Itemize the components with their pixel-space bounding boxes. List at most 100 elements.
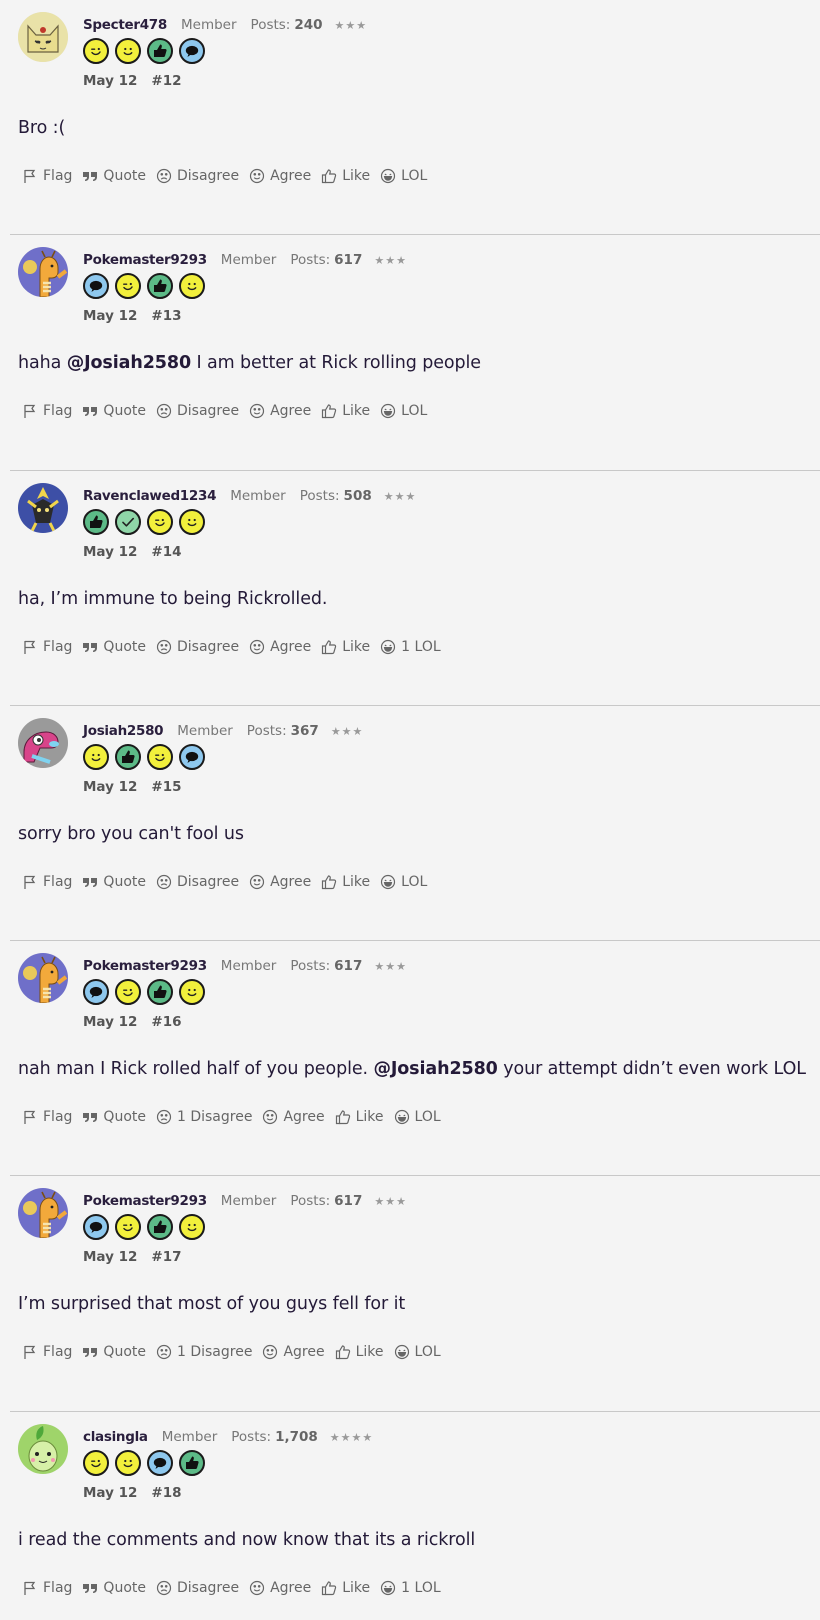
post-date[interactable]: May 12: [83, 544, 137, 560]
check-badge-icon[interactable]: [115, 508, 141, 535]
username-link[interactable]: Pokemaster9293: [83, 1191, 207, 1211]
thumbs-badge-icon[interactable]: [147, 273, 173, 300]
thumbs-badge-icon[interactable]: [115, 743, 141, 770]
speech-badge-icon[interactable]: [179, 38, 205, 64]
agree-button[interactable]: Agree: [249, 168, 311, 184]
like-button[interactable]: Like: [321, 1580, 370, 1596]
smile-badge-icon[interactable]: [83, 743, 109, 770]
avatar[interactable]: [18, 953, 68, 1004]
wink-badge-icon[interactable]: [115, 1214, 141, 1241]
speech-badge-icon[interactable]: [179, 743, 205, 770]
thumbs-badge-icon[interactable]: [83, 508, 109, 535]
flag-button[interactable]: Flag: [22, 874, 72, 890]
wink-badge-icon[interactable]: [115, 979, 141, 1006]
agree-button[interactable]: Agree: [262, 1109, 325, 1125]
post-date[interactable]: May 12: [83, 1249, 137, 1265]
smile-badge-icon[interactable]: [179, 508, 205, 535]
username-link[interactable]: Pokemaster9293: [83, 250, 207, 270]
like-button[interactable]: Like: [321, 168, 370, 184]
post-number-link[interactable]: #14: [151, 544, 181, 560]
disagree-button[interactable]: Disagree: [156, 639, 239, 655]
user-mention-link[interactable]: @Josiah2580: [67, 353, 191, 373]
flag-button[interactable]: Flag: [22, 639, 72, 655]
wink-badge-icon[interactable]: [83, 38, 109, 64]
flag-button[interactable]: Flag: [22, 168, 72, 184]
avatar[interactable]: [18, 1188, 68, 1239]
post-number-link[interactable]: #16: [151, 1014, 181, 1030]
thumbs-badge-icon[interactable]: [147, 38, 173, 64]
lol-button[interactable]: 1 LOL: [380, 639, 441, 655]
post-number-link[interactable]: #15: [151, 779, 181, 795]
like-button[interactable]: Like: [335, 1109, 384, 1125]
post-date[interactable]: May 12: [83, 308, 137, 324]
smile-badge-icon[interactable]: [115, 1449, 141, 1476]
username-link[interactable]: clasingla: [83, 1427, 148, 1447]
thumbs-badge-icon[interactable]: [147, 979, 173, 1006]
username-link[interactable]: Josiah2580: [83, 721, 164, 741]
flag-button[interactable]: Flag: [22, 1344, 72, 1360]
lol-button[interactable]: LOL: [394, 1109, 441, 1125]
avatar[interactable]: [18, 717, 68, 768]
username-link[interactable]: Pokemaster9293: [83, 956, 207, 976]
agree-button[interactable]: Agree: [249, 874, 311, 890]
lol-button[interactable]: LOL: [380, 403, 427, 419]
post-date[interactable]: May 12: [83, 1485, 137, 1501]
smile-badge-icon[interactable]: [179, 273, 205, 300]
speech-badge-icon[interactable]: [83, 273, 109, 300]
wink-badge-icon[interactable]: [147, 743, 173, 770]
lol-button[interactable]: 1 LOL: [380, 1580, 441, 1596]
quote-button[interactable]: Quote: [82, 1580, 146, 1596]
disagree-button[interactable]: Disagree: [156, 168, 239, 184]
speech-badge-icon[interactable]: [83, 979, 109, 1006]
wink-badge-icon[interactable]: [83, 1449, 109, 1476]
thumbs-badge-icon[interactable]: [147, 1214, 173, 1241]
wink-badge-icon[interactable]: [147, 508, 173, 535]
post-date[interactable]: May 12: [83, 73, 137, 89]
agree-button[interactable]: Agree: [249, 403, 311, 419]
post-date[interactable]: May 12: [83, 1014, 137, 1030]
wink-badge-icon[interactable]: [115, 273, 141, 300]
disagree-button[interactable]: Disagree: [156, 874, 239, 890]
disagree-button[interactable]: 1 Disagree: [156, 1109, 252, 1125]
avatar[interactable]: [18, 247, 68, 298]
agree-button[interactable]: Agree: [262, 1344, 325, 1360]
speech-badge-icon[interactable]: [147, 1449, 173, 1476]
quote-button[interactable]: Quote: [82, 168, 146, 184]
thumbs-badge-icon[interactable]: [179, 1449, 205, 1476]
smile-badge-icon[interactable]: [115, 38, 141, 64]
smile-badge-icon[interactable]: [179, 979, 205, 1006]
quote-button[interactable]: Quote: [82, 1344, 146, 1360]
post-number-link[interactable]: #12: [151, 73, 181, 89]
lol-button[interactable]: LOL: [380, 168, 427, 184]
avatar[interactable]: [18, 482, 68, 533]
disagree-button[interactable]: 1 Disagree: [156, 1344, 252, 1360]
disagree-button[interactable]: Disagree: [156, 403, 239, 419]
like-button[interactable]: Like: [321, 639, 370, 655]
like-button[interactable]: Like: [321, 403, 370, 419]
quote-button[interactable]: Quote: [82, 403, 146, 419]
agree-button[interactable]: Agree: [249, 639, 311, 655]
post-number-link[interactable]: #13: [151, 308, 181, 324]
agree-button[interactable]: Agree: [249, 1580, 311, 1596]
post-number-link[interactable]: #18: [151, 1485, 181, 1501]
flag-button[interactable]: Flag: [22, 403, 72, 419]
user-mention-link[interactable]: @Josiah2580: [373, 1059, 497, 1079]
like-button[interactable]: Like: [335, 1344, 384, 1360]
avatar[interactable]: [18, 12, 68, 62]
flag-button[interactable]: Flag: [22, 1580, 72, 1596]
post-date[interactable]: May 12: [83, 779, 137, 795]
avatar[interactable]: [18, 1423, 68, 1474]
disagree-button[interactable]: Disagree: [156, 1580, 239, 1596]
flag-button[interactable]: Flag: [22, 1109, 72, 1125]
smile-badge-icon[interactable]: [179, 1214, 205, 1241]
quote-button[interactable]: Quote: [82, 874, 146, 890]
like-button[interactable]: Like: [321, 874, 370, 890]
username-link[interactable]: Ravenclawed1234: [83, 486, 216, 506]
post-number-link[interactable]: #17: [151, 1249, 181, 1265]
quote-button[interactable]: Quote: [82, 1109, 146, 1125]
username-link[interactable]: Specter478: [83, 15, 167, 35]
lol-button[interactable]: LOL: [394, 1344, 441, 1360]
speech-badge-icon[interactable]: [83, 1214, 109, 1241]
quote-button[interactable]: Quote: [82, 639, 146, 655]
lol-button[interactable]: LOL: [380, 874, 427, 890]
